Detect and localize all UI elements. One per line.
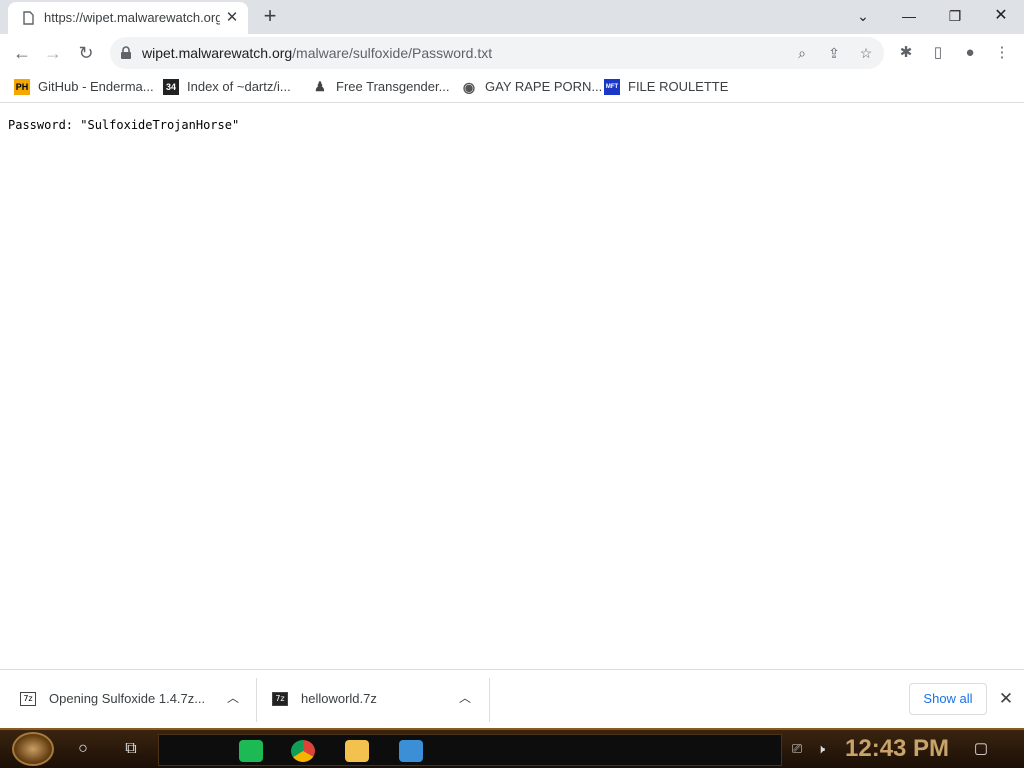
- profile-avatar-icon[interactable]: ●: [958, 41, 982, 65]
- url-text[interactable]: wipet.malwarewatch.org/malware/sulfoxide…: [142, 45, 492, 61]
- bookmark-item[interactable]: ♟ Free Transgender...: [312, 77, 452, 97]
- taskbar: ○ ⧉ ⎚ 🕨 12:43 PM ▢: [0, 728, 1024, 768]
- download-filename: helloworld.7z: [301, 691, 377, 706]
- chrome-icon[interactable]: [291, 740, 315, 762]
- control-panel-icon[interactable]: [399, 740, 423, 762]
- browser-toolbar: ← → ↻ wipet.malwarewatch.org/malware/sul…: [0, 34, 1024, 71]
- chevron-up-icon[interactable]: ︿: [457, 690, 473, 706]
- tab-title: https://wipet.malwarewatch.org/malware/s…: [44, 10, 220, 25]
- chevron-down-icon[interactable]: ⌄: [840, 2, 886, 30]
- bookmark-label: FILE ROULETTE: [628, 79, 729, 94]
- download-filename: Opening Sulfoxide 1.4.7z...: [49, 691, 206, 706]
- index-page-icon: 34: [163, 79, 179, 95]
- download-item[interactable]: 7z Opening Sulfoxide 1.4.7z... ︿: [0, 670, 256, 729]
- start-button-icon[interactable]: [12, 732, 54, 766]
- task-view-icon[interactable]: ⧉: [118, 736, 144, 762]
- archive-7z-icon: 7z: [20, 692, 36, 706]
- site-favicon-icon: ♟: [314, 79, 326, 94]
- address-bar[interactable]: wipet.malwarewatch.org/malware/sulfoxide…: [110, 37, 884, 69]
- browser-tab[interactable]: https://wipet.malwarewatch.org/malware/s…: [8, 2, 248, 34]
- pornhub-logo-icon: PH: [14, 79, 30, 95]
- tab-close-icon[interactable]: ✕: [223, 9, 241, 27]
- back-icon[interactable]: ←: [8, 39, 36, 67]
- chevron-up-icon[interactable]: ︿: [225, 690, 241, 706]
- bookmarks-bar: PH GitHub - Enderma... 34 Index of ~dart…: [0, 71, 1024, 103]
- bookmark-label: Free Transgender...: [336, 79, 450, 94]
- bookmark-label: Index of ~dartz/i...: [187, 79, 291, 94]
- bookmark-item[interactable]: MFT FILE ROULETTE: [604, 77, 734, 97]
- file-explorer-icon[interactable]: [345, 740, 369, 762]
- url-host: wipet.malwarewatch.org: [142, 45, 293, 61]
- star-bookmark-icon[interactable]: ☆: [856, 43, 876, 63]
- bookmark-item[interactable]: ◉ GAY RAPE PORN...: [461, 77, 603, 97]
- share-icon[interactable]: ⇪: [824, 43, 844, 63]
- page-icon: [23, 11, 34, 25]
- lock-icon: [121, 46, 131, 59]
- clock[interactable]: 12:43 PM: [845, 735, 949, 763]
- download-shelf: 7z Opening Sulfoxide 1.4.7z... ︿ 7z hell…: [0, 669, 1024, 728]
- password-text: Password: "SulfoxideTrojanHorse": [8, 118, 240, 132]
- close-shelf-icon[interactable]: ✕: [996, 689, 1016, 709]
- network-icon[interactable]: ⎚: [788, 740, 806, 758]
- spotify-icon[interactable]: [239, 740, 263, 762]
- volume-muted-icon[interactable]: 🕨: [812, 740, 830, 758]
- page-content: Password: "SulfoxideTrojanHorse": [0, 104, 1024, 669]
- taskbar-apps: [158, 734, 782, 766]
- bookmark-item[interactable]: PH GitHub - Enderma...: [14, 77, 154, 97]
- forward-icon[interactable]: →: [39, 39, 67, 67]
- archive-7z-icon: 7z: [272, 692, 288, 706]
- bookmark-item[interactable]: 34 Index of ~dartz/i...: [163, 77, 303, 97]
- menu-icon[interactable]: ⋮: [990, 41, 1014, 65]
- url-path: /malware/sulfoxide/Password.txt: [292, 45, 493, 61]
- download-item[interactable]: 7z helloworld.7z ︿: [252, 670, 489, 729]
- cortana-icon[interactable]: ○: [70, 736, 96, 762]
- bookmark-label: GitHub - Enderma...: [38, 79, 154, 94]
- tab-strip: https://wipet.malwarewatch.org/malware/s…: [0, 0, 1024, 34]
- notification-icon[interactable]: ▢: [970, 738, 992, 760]
- minimize-icon[interactable]: —: [886, 2, 932, 30]
- zoom-search-icon[interactable]: ⌕: [792, 43, 812, 63]
- extensions-icon[interactable]: ✱: [894, 41, 918, 65]
- show-all-button[interactable]: Show all: [909, 683, 987, 715]
- side-panel-icon[interactable]: ▯: [926, 41, 950, 65]
- close-icon[interactable]: ✕: [978, 2, 1024, 30]
- reload-icon[interactable]: ↻: [72, 39, 100, 67]
- restore-icon[interactable]: ❐: [932, 2, 978, 30]
- new-tab-button[interactable]: +: [258, 5, 282, 29]
- divider: [489, 678, 490, 722]
- globe-icon: ◉: [462, 79, 476, 95]
- bookmark-label: GAY RAPE PORN...: [485, 79, 603, 94]
- file-roulette-icon: MFT: [604, 79, 620, 95]
